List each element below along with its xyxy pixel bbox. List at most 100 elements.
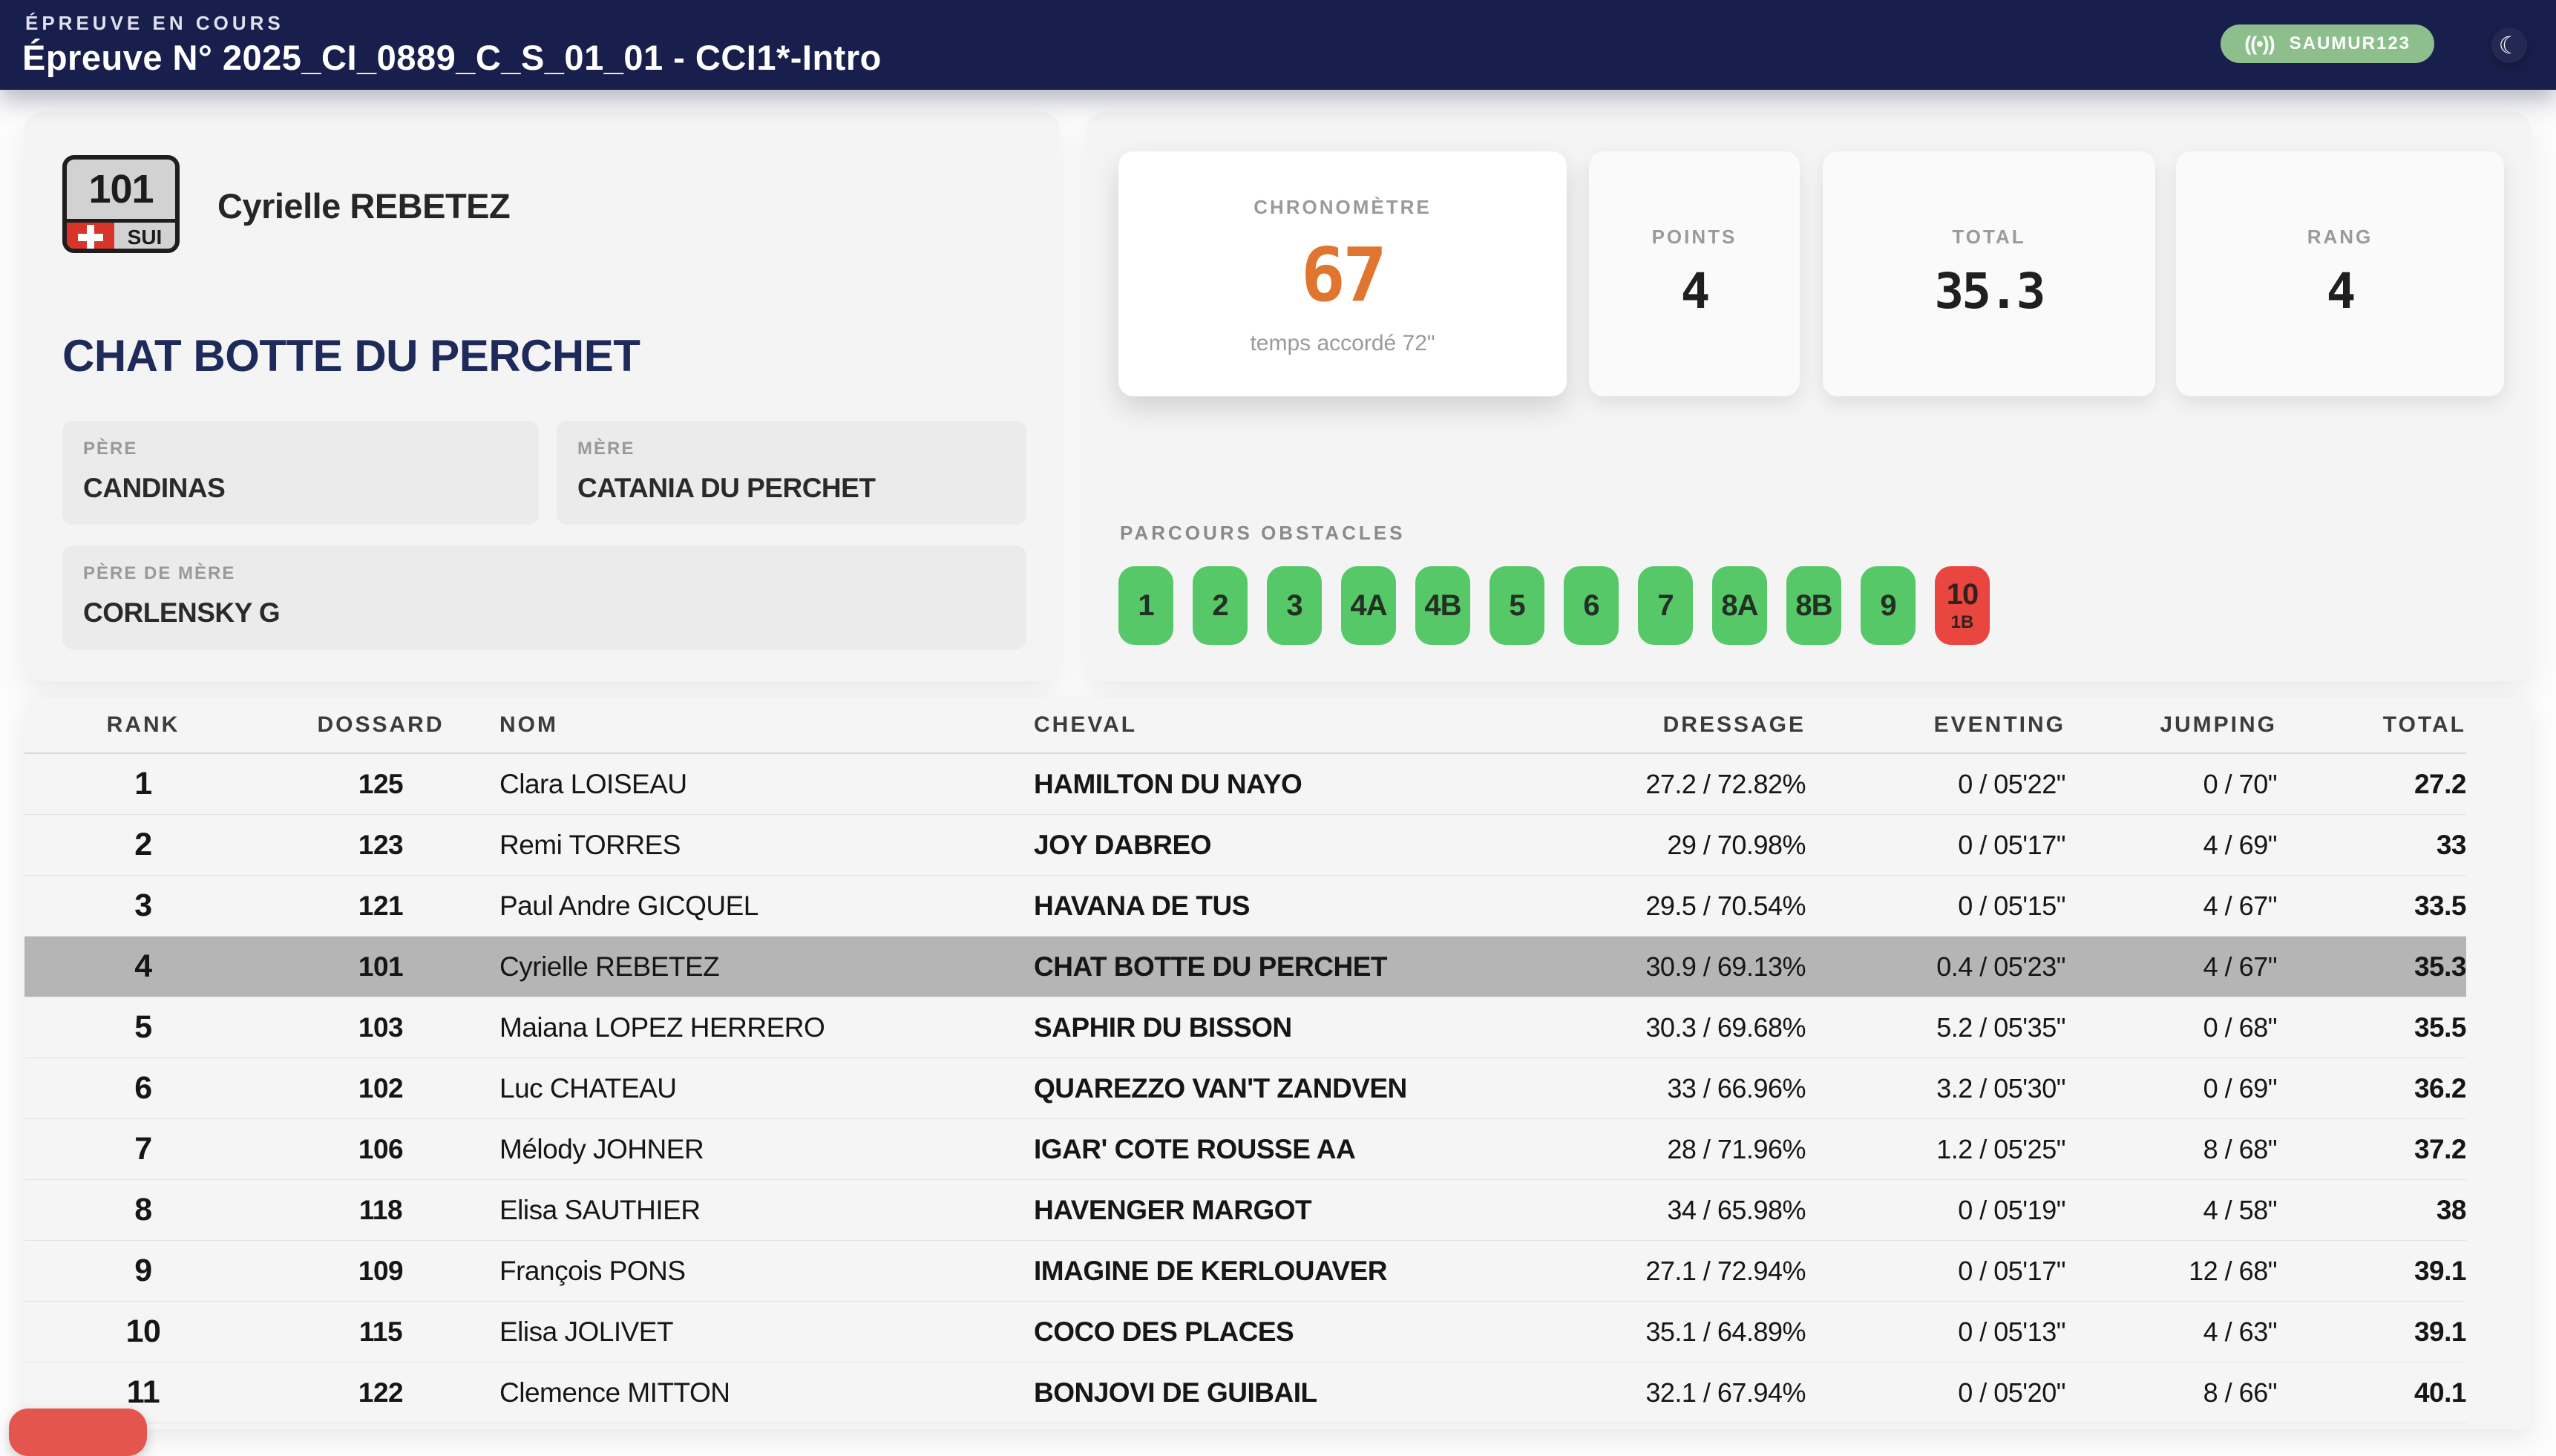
rider-name: Cyrielle REBETEZ [217,186,510,226]
pedigree-value: CANDINAS [83,473,518,504]
table-row-11[interactable]: 11122Clemence MITTONBONJOVI DE GUIBAIL32… [24,1362,2466,1423]
cell-nom: Clemence MITTON [499,1377,1034,1409]
points-card: POINTS 4 [1589,151,1800,396]
cell-eventing: 0 / 05'20" [1806,1377,2065,1409]
column-header-rank: RANK [24,712,262,738]
table-row-8[interactable]: 8118Elisa SAUTHIERHAVENGER MARGOT34 / 65… [24,1180,2466,1241]
column-header-dressage: DRESSAGE [1538,712,1806,738]
pedigree-damsire: PÈRE DE MÈRE CORLENSKY G [62,545,1026,649]
table-row-6[interactable]: 6102Luc CHATEAUQUAREZZO VAN'T ZANDVEN33 … [24,1058,2466,1119]
table-row-4[interactable]: 4101Cyrielle REBETEZCHAT BOTTE DU PERCHE… [24,937,2466,997]
cell-cheval: COCO DES PLACES [1034,1316,1538,1348]
cell-total: 33 [2277,830,2466,861]
pedigree-value: CORLENSKY G [83,597,1006,629]
cell-jumping: 0 / 70" [2065,769,2277,800]
cell-cheval: CHAT BOTTE DU PERCHET [1034,951,1538,983]
cell-rank: 7 [24,1131,262,1167]
table-header: RANK DOSSARD NOM CHEVAL DRESSAGE EVENTIN… [24,698,2466,754]
cell-nom: Luc CHATEAU [499,1073,1034,1104]
cell-dossard: 103 [262,1012,499,1043]
time-allowed-label: temps accordé 72" [1118,331,1567,356]
cell-total: 35.3 [2277,951,2466,983]
cell-total: 38 [2277,1195,2466,1226]
obstacle-5: 5 [1490,566,1544,645]
obstacle-2: 2 [1193,566,1248,645]
cell-dressage: 34 / 65.98% [1538,1195,1806,1226]
cell-total: 39.1 [2277,1316,2466,1348]
cell-dressage: 27.2 / 72.82% [1538,769,1806,800]
cell-jumping: 8 / 68" [2065,1134,2277,1165]
broadcast-icon: ((•)) [2244,33,2274,56]
obstacles-section-label: PARCOURS OBSTACLES [1120,522,1406,545]
cell-nom: Elisa JOLIVET [499,1316,1034,1348]
cell-nom: François PONS [499,1256,1034,1287]
cell-rank: 2 [24,827,262,863]
cell-nom: Mélody JOHNER [499,1134,1034,1165]
results-rows: 1125Clara LOISEAUHAMILTON DU NAYO27.2 / … [24,754,2466,1423]
results-table: RANK DOSSARD NOM CHEVAL DRESSAGE EVENTIN… [24,698,2532,1429]
column-header-nom: NOM [499,712,1034,738]
page-title: Épreuve N° 2025_CI_0889_C_S_01_01 - CCI1… [22,37,882,78]
table-row-1[interactable]: 1125Clara LOISEAUHAMILTON DU NAYO27.2 / … [24,754,2466,815]
cell-jumping: 4 / 58" [2065,1195,2277,1226]
cell-jumping: 4 / 69" [2065,830,2277,861]
cell-eventing: 0 / 05'13" [1806,1316,2065,1348]
cell-cheval: BONJOVI DE GUIBAIL [1034,1377,1538,1409]
cell-dressage: 27.1 / 72.94% [1538,1256,1806,1287]
pedigree-label: MÈRE [577,439,1006,459]
competitor-panel: 101 SUI Cyrielle REBETEZ CHAT BOTTE DU P… [24,111,1060,681]
pedigree-label: PÈRE [83,439,518,459]
cell-dressage: 29.5 / 70.54% [1538,891,1806,922]
cell-dossard: 125 [262,769,499,800]
cell-dossard: 121 [262,891,499,922]
chronometer-label: CHRONOMÈTRE [1118,196,1567,219]
cell-total: 37.2 [2277,1134,2466,1165]
table-row-7[interactable]: 7106Mélody JOHNERIGAR' COTE ROUSSE AA28 … [24,1119,2466,1180]
bottom-action-button[interactable] [9,1409,147,1456]
table-row-2[interactable]: 2123Remi TORRESJOY DABREO29 / 70.98%0 / … [24,815,2466,876]
cell-nom: Maiana LOPEZ HERRERO [499,1012,1034,1043]
bib-card: 101 SUI [62,155,180,253]
obstacle-10-fault: 101B [1935,566,1990,645]
cell-jumping: 12 / 68" [2065,1256,2277,1287]
pedigree-value: CATANIA DU PERCHET [577,473,1006,504]
cell-cheval: HAMILTON DU NAYO [1034,769,1538,800]
dark-mode-toggle[interactable]: ☾ [2491,27,2527,63]
cell-eventing: 0 / 05'17" [1806,1256,2065,1287]
cell-dossard: 115 [262,1316,499,1348]
cell-total: 35.5 [2277,1012,2466,1043]
moon-icon: ☾ [2499,31,2520,59]
obstacle-8B: 8B [1786,566,1841,645]
cell-dossard: 106 [262,1134,499,1165]
cell-dossard: 101 [262,951,499,983]
cell-total: 39.1 [2277,1256,2466,1287]
rank-value: 4 [2176,263,2504,320]
obstacle-9: 9 [1861,566,1916,645]
cell-rank: 4 [24,948,262,985]
cell-rank: 10 [24,1314,262,1350]
cell-jumping: 0 / 69" [2065,1073,2277,1104]
live-stream-badge[interactable]: ((•)) SAUMUR123 [2221,24,2434,63]
table-row-10[interactable]: 10115Elisa JOLIVETCOCO DES PLACES35.1 / … [24,1302,2466,1362]
top-bar: ÉPREUVE EN COURS Épreuve N° 2025_CI_0889… [0,0,2556,90]
cell-eventing: 1.2 / 05'25" [1806,1134,2065,1165]
total-label: TOTAL [1823,226,2155,249]
cell-jumping: 0 / 68" [2065,1012,2277,1043]
table-row-9[interactable]: 9109François PONSIMAGINE DE KERLOUAVER27… [24,1241,2466,1302]
cell-eventing: 0.4 / 05'23" [1806,951,2065,983]
cell-cheval: IMAGINE DE KERLOUAVER [1034,1256,1538,1287]
table-row-3[interactable]: 3121Paul Andre GICQUELHAVANA DE TUS29.5 … [24,876,2466,937]
cell-dressage: 28 / 71.96% [1538,1134,1806,1165]
cell-dressage: 35.1 / 64.89% [1538,1316,1806,1348]
cell-total: 36.2 [2277,1073,2466,1104]
table-row-5[interactable]: 5103Maiana LOPEZ HERREROSAPHIR DU BISSON… [24,997,2466,1058]
cell-dossard: 122 [262,1377,499,1409]
swiss-flag-icon [67,223,114,252]
cell-nom: Remi TORRES [499,830,1034,861]
column-header-cheval: CHEVAL [1034,712,1538,738]
obstacle-6: 6 [1564,566,1619,645]
obstacle-4B: 4B [1415,566,1470,645]
bib-number: 101 [67,160,175,219]
cell-jumping: 4 / 67" [2065,891,2277,922]
chronometer-value: 67 [1118,232,1567,318]
